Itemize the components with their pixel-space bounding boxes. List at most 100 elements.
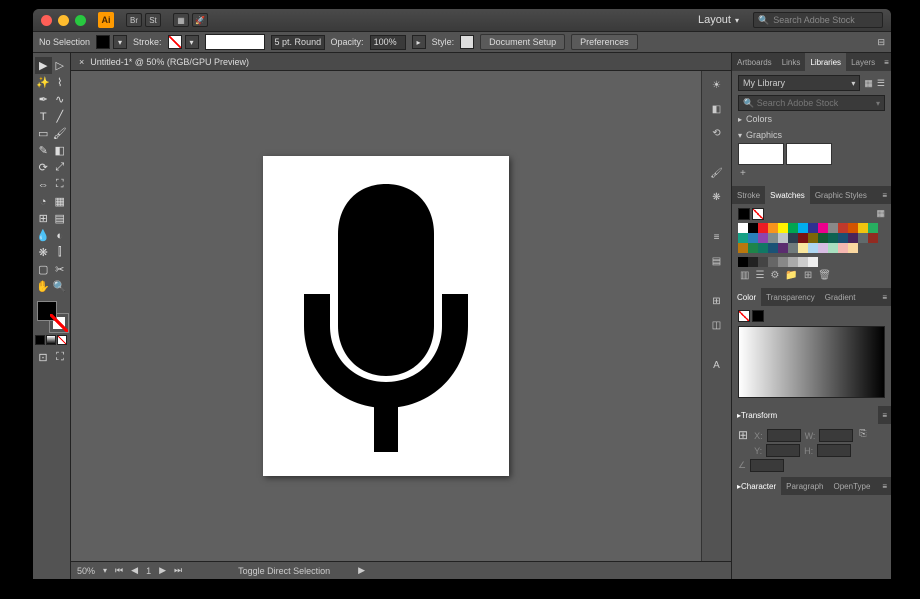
- zoom-dropdown-icon[interactable]: ▾: [103, 566, 107, 575]
- swatch-color[interactable]: [838, 233, 848, 243]
- tab-color[interactable]: Color: [732, 288, 761, 306]
- stroke-style-preview[interactable]: [205, 34, 265, 50]
- swatch-gray[interactable]: [738, 257, 748, 267]
- cc-libraries-icon[interactable]: ⟲: [709, 125, 725, 141]
- align-icon[interactable]: ⊞: [709, 293, 725, 309]
- swatch-color[interactable]: [828, 243, 838, 253]
- perspective-tool[interactable]: ▦: [52, 193, 69, 210]
- workspace-switcher[interactable]: Layout ▾: [690, 14, 747, 26]
- tab-opentype[interactable]: OpenType: [829, 477, 876, 495]
- stroke-swatch[interactable]: [168, 35, 182, 49]
- gradient-mode-icon[interactable]: [46, 335, 56, 345]
- panel-menu-icon[interactable]: ≡: [878, 191, 891, 200]
- tab-artboards[interactable]: Artboards: [732, 53, 777, 71]
- gradient-panel-icon[interactable]: ▤: [709, 253, 725, 269]
- none-mode-icon[interactable]: [57, 335, 67, 345]
- swatch-color[interactable]: [868, 223, 878, 233]
- fill-swatch[interactable]: [96, 35, 110, 49]
- free-transform-tool[interactable]: ⛶: [52, 176, 69, 193]
- graphics-section[interactable]: ▾Graphics: [738, 127, 885, 143]
- add-asset-icon[interactable]: +: [740, 168, 746, 179]
- h-input[interactable]: [817, 444, 851, 457]
- symbol-sprayer-tool[interactable]: ❋: [35, 244, 52, 261]
- tab-transparency[interactable]: Transparency: [761, 288, 820, 306]
- swatch-color[interactable]: [778, 223, 788, 233]
- curvature-tool[interactable]: ∿: [52, 91, 69, 108]
- swatch-color[interactable]: [798, 243, 808, 253]
- angle-input[interactable]: [750, 459, 784, 472]
- swatch-gray[interactable]: [778, 257, 788, 267]
- swatch-color[interactable]: [738, 243, 748, 253]
- swatch-color[interactable]: [838, 223, 848, 233]
- swatch-color[interactable]: [838, 243, 848, 253]
- current-stroke-swatch[interactable]: [752, 208, 764, 220]
- hand-tool[interactable]: ✋: [35, 278, 52, 295]
- panel-menu-icon[interactable]: ≡: [878, 482, 891, 491]
- swatch-libraries-icon[interactable]: ▥: [740, 270, 749, 281]
- opacity-input[interactable]: [370, 35, 406, 50]
- blend-tool[interactable]: ◐: [52, 227, 69, 244]
- swatch-color[interactable]: [808, 233, 818, 243]
- swatch-color[interactable]: [848, 233, 858, 243]
- swatch-color[interactable]: [868, 233, 878, 243]
- gpu-button[interactable]: 🚀: [192, 13, 208, 27]
- grid-view-icon[interactable]: ▦: [864, 78, 873, 89]
- stock-button[interactable]: St: [145, 13, 161, 27]
- swatch-color[interactable]: [768, 223, 778, 233]
- swatch-color[interactable]: [788, 223, 798, 233]
- swatch-color[interactable]: [768, 243, 778, 253]
- tab-close-icon[interactable]: ×: [79, 57, 84, 67]
- swatch-color[interactable]: [788, 233, 798, 243]
- pen-tool[interactable]: ✒: [35, 91, 52, 108]
- tab-stroke[interactable]: Stroke: [732, 186, 765, 204]
- close-window-icon[interactable]: [41, 15, 52, 26]
- zoom-tool[interactable]: 🔍: [52, 278, 69, 295]
- artboard[interactable]: [263, 156, 509, 476]
- panel-menu-icon[interactable]: ≡: [878, 293, 891, 302]
- zoom-window-icon[interactable]: [75, 15, 86, 26]
- swatch-color[interactable]: [828, 223, 838, 233]
- swatch-color[interactable]: [768, 233, 778, 243]
- y-input[interactable]: [766, 444, 800, 457]
- swatch-color[interactable]: [858, 223, 868, 233]
- preferences-button[interactable]: Preferences: [571, 34, 638, 50]
- swatch-gray[interactable]: [748, 257, 758, 267]
- shaper-tool[interactable]: ✎: [35, 142, 52, 159]
- swatch-color[interactable]: [798, 223, 808, 233]
- swatch-color[interactable]: [738, 223, 748, 233]
- shape-builder-tool[interactable]: ◔: [35, 193, 52, 210]
- direct-selection-tool[interactable]: ▷: [52, 57, 69, 74]
- slice-tool[interactable]: ✂: [52, 261, 69, 278]
- swatch-gray[interactable]: [768, 257, 778, 267]
- nav-first-icon[interactable]: ⏮: [115, 565, 123, 576]
- colors-section[interactable]: ▸Colors: [738, 111, 885, 127]
- canvas[interactable]: ☀ ◧ ⟲ 🖌 ❋ ≡ ▤ ⊞ ◫ A: [71, 71, 731, 561]
- opacity-dropdown[interactable]: ▸: [412, 35, 426, 49]
- swatch-color[interactable]: [848, 223, 858, 233]
- swatch-color[interactable]: [818, 223, 828, 233]
- swatch-color[interactable]: [788, 243, 798, 253]
- scale-tool[interactable]: ⤢: [52, 159, 69, 176]
- library-selector[interactable]: My Library▾: [738, 75, 860, 91]
- swatch-color[interactable]: [738, 233, 748, 243]
- arrange-docs-button[interactable]: ▦: [173, 13, 189, 27]
- swatch-gray[interactable]: [758, 257, 768, 267]
- current-fill-swatch[interactable]: [738, 208, 750, 220]
- swatch-color[interactable]: [858, 233, 868, 243]
- new-swatch-icon[interactable]: ⊞: [804, 270, 812, 281]
- w-input[interactable]: [819, 429, 853, 442]
- nav-last-icon[interactable]: ⏭: [174, 565, 182, 576]
- fill-stroke-control[interactable]: [35, 299, 69, 333]
- color-stroke-swatch[interactable]: [752, 310, 764, 322]
- tab-paragraph[interactable]: Paragraph: [781, 477, 828, 495]
- new-group-icon[interactable]: 📁: [785, 270, 797, 281]
- nav-prev-icon[interactable]: ◀: [131, 565, 138, 576]
- panel-menu-icon[interactable]: ≡: [880, 58, 891, 67]
- stroke-dropdown[interactable]: ▾: [185, 35, 199, 49]
- reference-point-icon[interactable]: ⊞: [738, 428, 748, 458]
- swatch-color[interactable]: [778, 243, 788, 253]
- microphone-artwork[interactable]: [286, 176, 486, 456]
- minimize-window-icon[interactable]: [58, 15, 69, 26]
- fill-dropdown[interactable]: ▾: [113, 35, 127, 49]
- mesh-tool[interactable]: ⊞: [35, 210, 52, 227]
